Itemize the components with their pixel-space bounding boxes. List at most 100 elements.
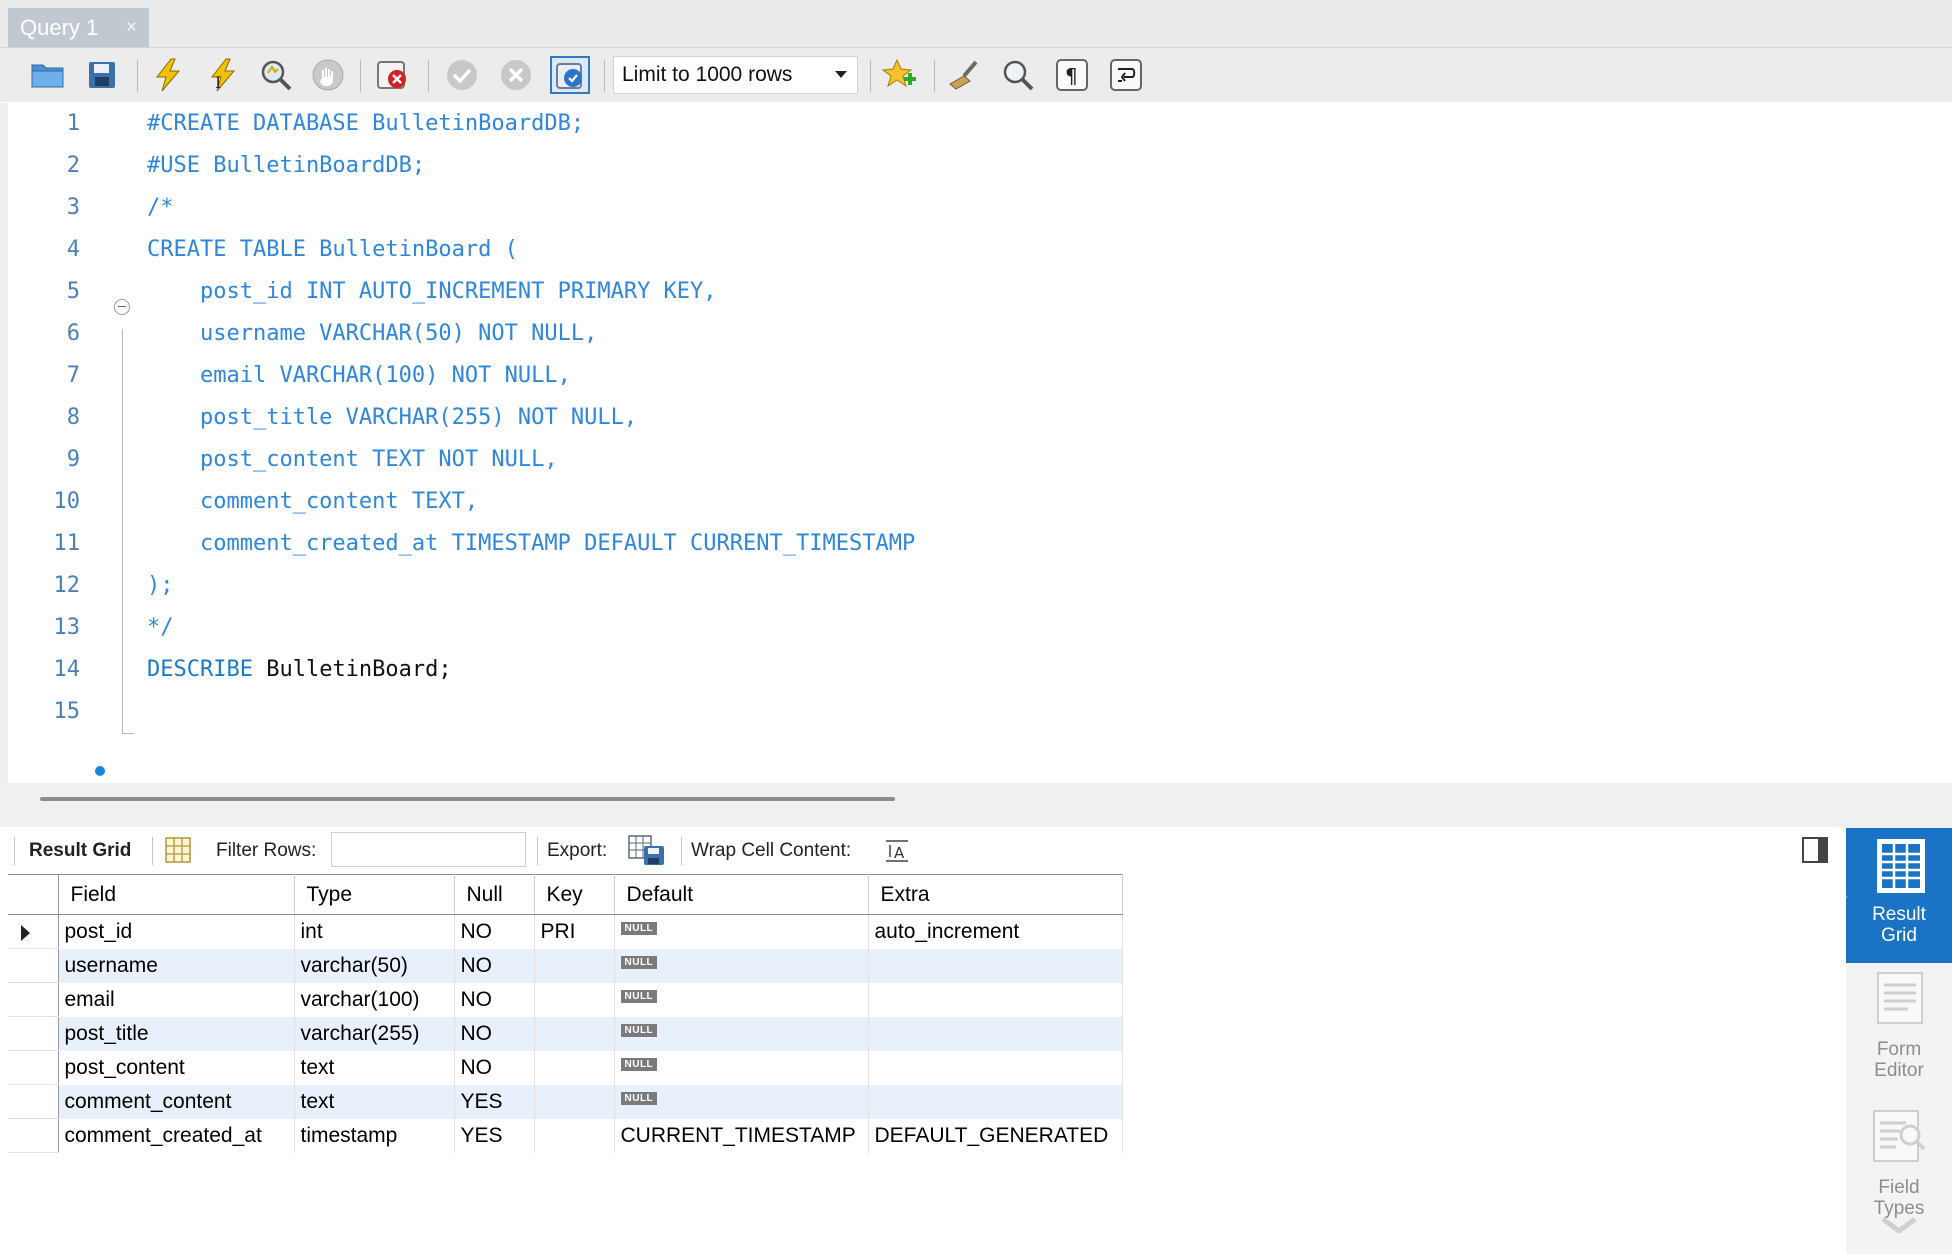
row-header[interactable] bbox=[8, 948, 59, 983]
table-cell[interactable]: varchar(255) bbox=[294, 1016, 455, 1051]
explain-icon[interactable] bbox=[256, 56, 296, 94]
code-line[interactable]: 11 comment_created_at TIMESTAMP DEFAULT … bbox=[8, 523, 1908, 565]
row-header[interactable] bbox=[8, 1084, 59, 1119]
table-cell[interactable] bbox=[534, 1050, 615, 1085]
code-line[interactable]: 15 bbox=[8, 691, 1908, 733]
code-line[interactable]: 12); bbox=[8, 565, 1908, 607]
panel-splitter[interactable] bbox=[0, 783, 1952, 827]
filter-rows-input[interactable] bbox=[331, 832, 526, 867]
table-cell[interactable]: post_content bbox=[58, 1050, 295, 1085]
wrap-cell-content-icon[interactable]: A bbox=[884, 838, 910, 869]
table-cell[interactable]: NO bbox=[454, 1050, 535, 1085]
table-cell[interactable]: auto_increment bbox=[868, 914, 1123, 949]
chevron-down-icon[interactable] bbox=[1880, 1217, 1918, 1233]
invisible-chars-icon[interactable]: ¶ bbox=[1052, 56, 1092, 94]
table-cell[interactable]: comment_created_at bbox=[58, 1118, 295, 1153]
table-cell[interactable] bbox=[534, 1084, 615, 1119]
table-cell[interactable]: NO bbox=[454, 982, 535, 1017]
row-header[interactable] bbox=[8, 982, 59, 1017]
table-cell[interactable]: NULL bbox=[614, 1016, 869, 1051]
table-cell[interactable]: timestamp bbox=[294, 1118, 455, 1153]
table-cell[interactable]: text bbox=[294, 1084, 455, 1119]
table-cell[interactable]: NULL bbox=[614, 1050, 869, 1085]
code-line[interactable]: 10 comment_content TEXT, bbox=[8, 481, 1908, 523]
table-cell[interactable]: post_title bbox=[58, 1016, 295, 1051]
side-form-editor-button[interactable]: Form Editor bbox=[1846, 961, 1952, 1096]
code-line[interactable]: 14 DESCRIBE BulletinBoard; bbox=[8, 649, 1908, 691]
row-header[interactable] bbox=[8, 1050, 59, 1085]
table-row[interactable]: post_title varchar(255) NO NULL bbox=[8, 1016, 1123, 1051]
code-line[interactable]: 7 email VARCHAR(100) NOT NULL, bbox=[8, 355, 1908, 397]
table-cell[interactable]: NO bbox=[454, 914, 535, 949]
table-row[interactable]: post_content text NO NULL bbox=[8, 1050, 1123, 1085]
table-cell[interactable] bbox=[534, 1118, 615, 1153]
export-icon[interactable] bbox=[628, 834, 666, 871]
code-line[interactable]: 5 post_id INT AUTO_INCREMENT PRIMARY KEY… bbox=[8, 271, 1908, 313]
toggle-error-icon[interactable] bbox=[374, 56, 414, 94]
code-line[interactable]: 13 */ bbox=[8, 607, 1908, 649]
table-row[interactable]: post_id int NO PRI NULL auto_increment bbox=[8, 914, 1123, 949]
tab-close-icon[interactable]: × bbox=[126, 17, 137, 39]
side-result-grid-button[interactable]: Result Grid bbox=[1846, 828, 1952, 963]
commit-icon[interactable] bbox=[442, 56, 482, 94]
table-cell[interactable]: varchar(100) bbox=[294, 982, 455, 1017]
open-folder-icon[interactable] bbox=[28, 56, 68, 94]
table-cell[interactable]: int bbox=[294, 914, 455, 949]
code-line[interactable]: 8 post_title VARCHAR(255) NOT NULL, bbox=[8, 397, 1908, 439]
toggle-side-panel-icon[interactable] bbox=[1802, 837, 1828, 863]
row-header[interactable] bbox=[8, 1016, 59, 1051]
side-field-types-button[interactable]: Field Types bbox=[1846, 1099, 1952, 1234]
table-row[interactable]: email varchar(100) NO NULL bbox=[8, 982, 1123, 1017]
table-cell[interactable]: NO bbox=[454, 948, 535, 983]
column-header[interactable]: Extra bbox=[868, 874, 1123, 915]
table-cell[interactable]: text bbox=[294, 1050, 455, 1085]
stop-icon[interactable] bbox=[308, 56, 348, 94]
table-cell[interactable] bbox=[868, 1084, 1123, 1119]
table-row[interactable]: comment_content text YES NULL bbox=[8, 1084, 1123, 1119]
column-header[interactable]: Key bbox=[534, 874, 615, 915]
table-cell[interactable]: PRI bbox=[534, 914, 615, 949]
beautify-icon[interactable] bbox=[944, 56, 984, 94]
autocommit-icon[interactable] bbox=[550, 56, 590, 94]
table-cell[interactable]: post_id bbox=[58, 914, 295, 949]
table-cell[interactable] bbox=[868, 1016, 1123, 1051]
table-cell[interactable]: varchar(50) bbox=[294, 948, 455, 983]
table-cell[interactable]: NULL bbox=[614, 982, 869, 1017]
result-grid-tab[interactable]: Result Grid bbox=[29, 840, 131, 862]
execute-icon[interactable] bbox=[148, 56, 188, 94]
add-snippet-icon[interactable] bbox=[880, 56, 920, 94]
table-cell[interactable] bbox=[534, 1016, 615, 1051]
column-header[interactable]: Null bbox=[454, 874, 535, 915]
table-cell[interactable] bbox=[534, 982, 615, 1017]
table-cell[interactable]: NULL bbox=[614, 948, 869, 983]
table-cell[interactable]: comment_content bbox=[58, 1084, 295, 1119]
horizontal-scrollbar[interactable] bbox=[40, 797, 895, 801]
table-cell[interactable] bbox=[868, 948, 1123, 983]
table-cell[interactable] bbox=[534, 948, 615, 983]
code-line[interactable]: 2 #USE BulletinBoardDB; bbox=[8, 145, 1908, 187]
table-cell[interactable]: CURRENT_TIMESTAMP bbox=[614, 1118, 869, 1153]
result-grid[interactable]: Field Type Null Key Default Extra post_i… bbox=[8, 874, 1123, 1153]
table-cell[interactable]: email bbox=[58, 982, 295, 1017]
table-cell[interactable]: NULL bbox=[614, 914, 869, 949]
row-header[interactable] bbox=[8, 1118, 59, 1153]
grid-layout-icon[interactable] bbox=[165, 837, 191, 868]
table-cell[interactable]: DEFAULT_GENERATED bbox=[868, 1118, 1123, 1153]
rollback-icon[interactable] bbox=[496, 56, 536, 94]
row-header[interactable] bbox=[8, 914, 59, 949]
tab-query-1[interactable]: Query 1 × bbox=[8, 8, 149, 47]
table-cell[interactable]: username bbox=[58, 948, 295, 983]
code-line[interactable]: 3 /* bbox=[8, 187, 1908, 229]
sql-editor[interactable]: 1 #CREATE DATABASE BulletinBoardDB; 2 #USE … bbox=[8, 103, 1952, 783]
table-cell[interactable]: YES bbox=[454, 1118, 535, 1153]
column-header[interactable]: Field bbox=[58, 874, 295, 915]
fold-toggle-icon[interactable] bbox=[114, 299, 130, 315]
word-wrap-icon[interactable] bbox=[1106, 56, 1146, 94]
limit-rows-select[interactable]: Limit to 1000 rows bbox=[613, 56, 858, 94]
table-cell[interactable] bbox=[868, 1050, 1123, 1085]
table-cell[interactable] bbox=[868, 982, 1123, 1017]
code-line[interactable]: 9 post_content TEXT NOT NULL, bbox=[8, 439, 1908, 481]
table-row[interactable]: comment_created_at timestamp YES CURRENT_TI… bbox=[8, 1118, 1123, 1153]
column-header[interactable]: Default bbox=[614, 874, 869, 915]
code-line[interactable]: 6 username VARCHAR(50) NOT NULL, bbox=[8, 313, 1908, 355]
